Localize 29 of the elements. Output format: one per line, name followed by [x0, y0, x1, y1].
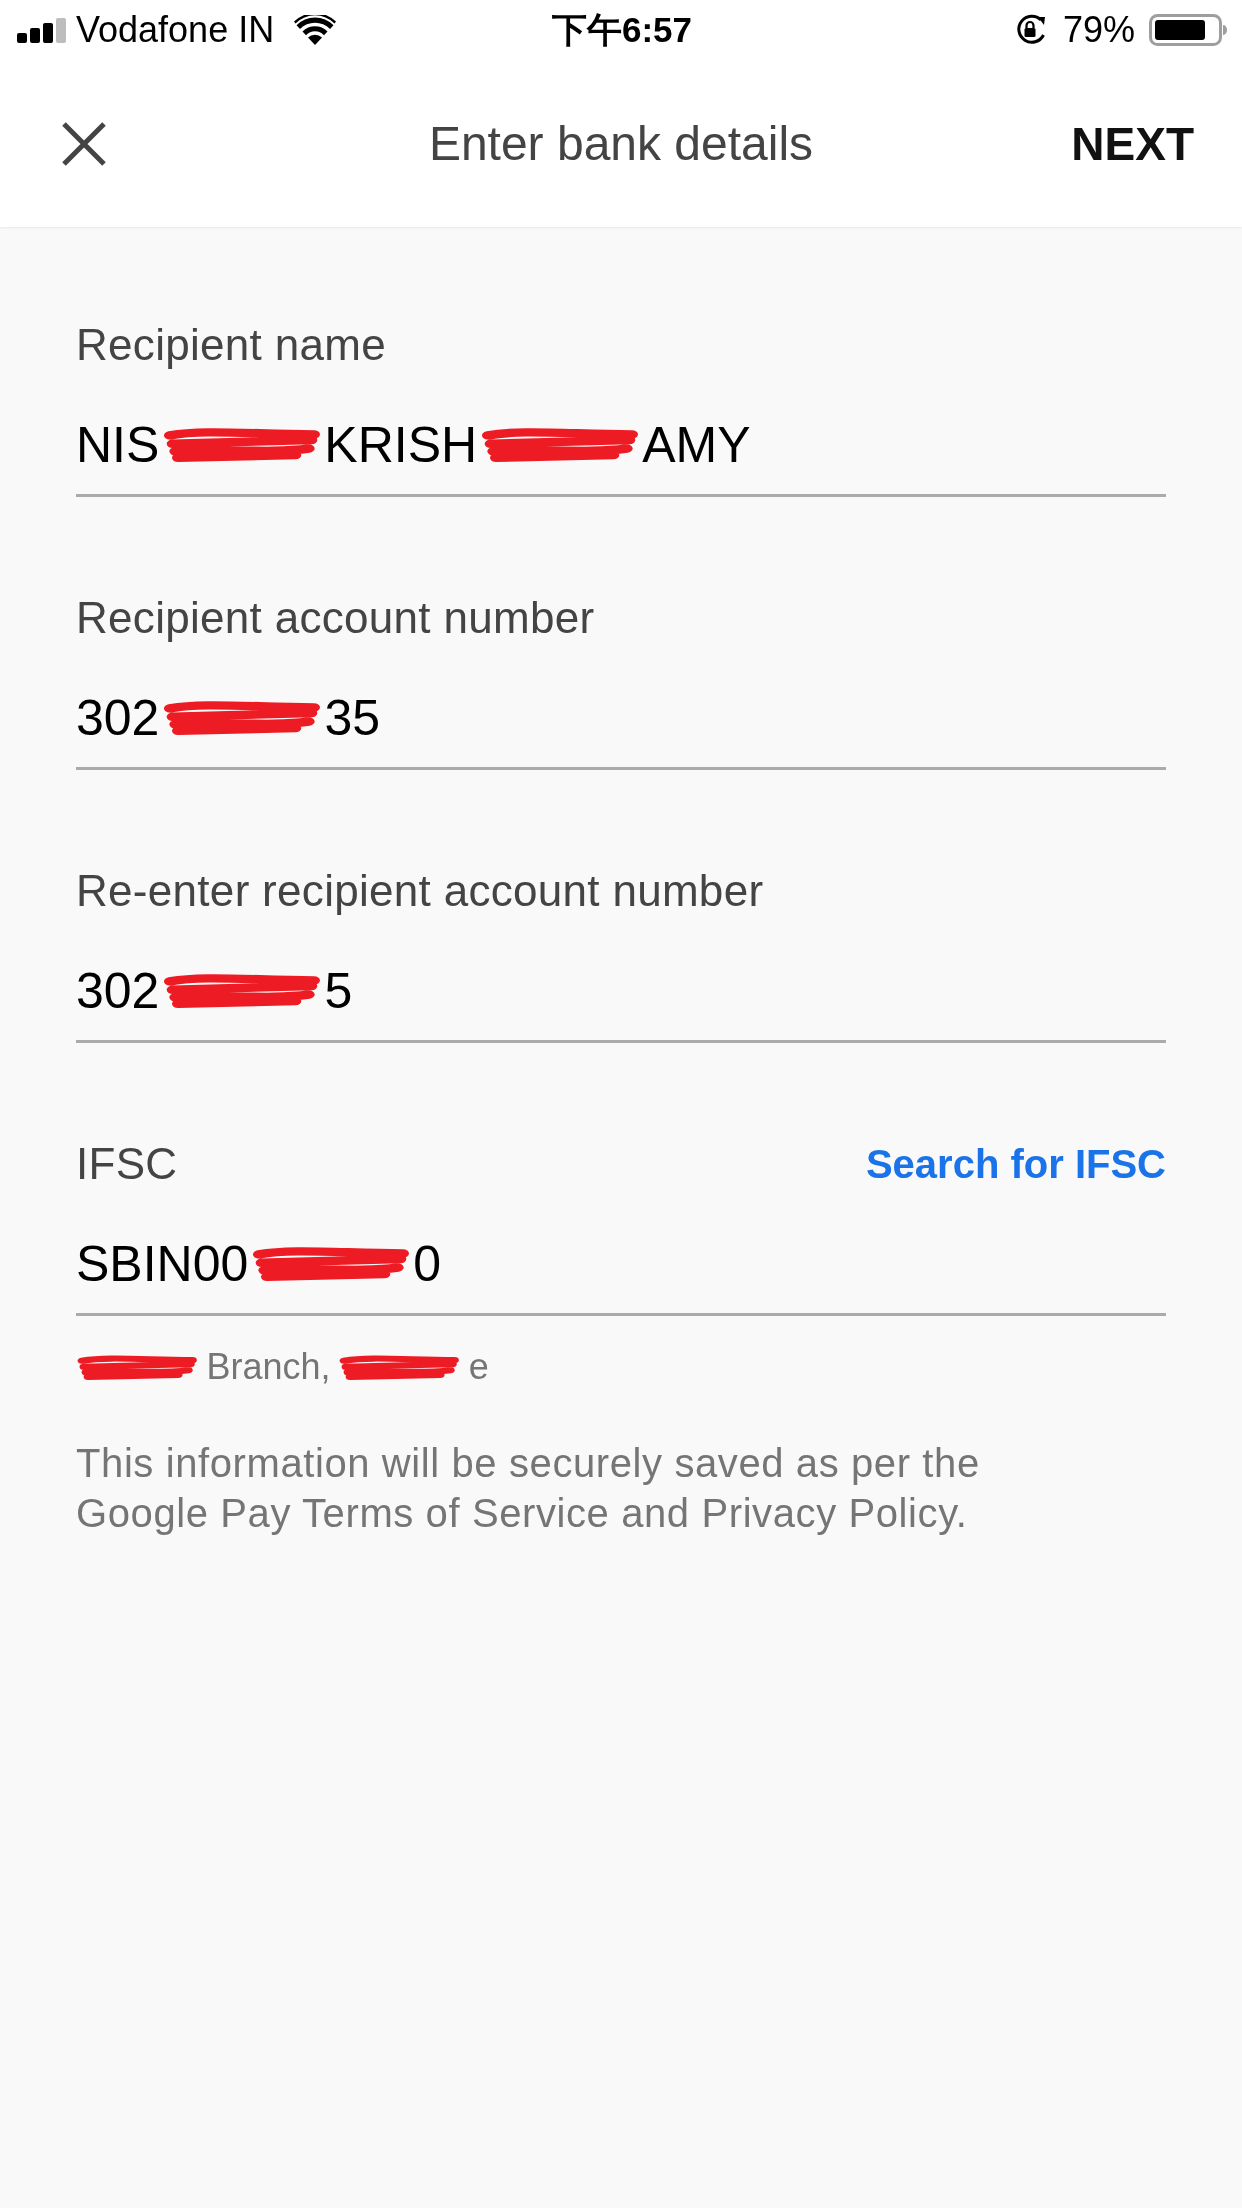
branch-text: Branch,	[206, 1346, 331, 1388]
text-field[interactable]: 302 35	[76, 689, 1166, 770]
text-field[interactable]: NIS KRISH AMY	[76, 416, 1166, 497]
redaction-scribble-icon	[338, 1353, 461, 1381]
ifsc-search-link[interactable]: Search for IFSC	[865, 1138, 1166, 1190]
redaction-scribble-icon	[250, 1245, 411, 1283]
wifi-icon	[294, 15, 337, 45]
signal-icon	[17, 17, 66, 43]
page-title: Enter bank details	[428, 116, 814, 171]
battery-percentage: 79%	[1062, 9, 1135, 51]
branch-text: e	[468, 1346, 489, 1388]
clock-time: 下午6:57	[551, 9, 693, 51]
field-label: Recipient account number	[76, 592, 595, 644]
field-label: Recipient name	[76, 319, 386, 371]
next-button[interactable]: NEXT	[1071, 116, 1194, 171]
redaction-scribble-icon	[76, 1353, 199, 1381]
field-label: Re-enter recipient account number	[76, 865, 764, 917]
text-field[interactable]: 302 5	[76, 962, 1166, 1043]
carrier-name: Vodafone IN	[76, 9, 275, 51]
battery-icon	[1149, 14, 1227, 46]
close-icon	[62, 121, 106, 166]
redaction-scribble-icon	[161, 972, 322, 1010]
redaction-scribble-icon	[161, 699, 322, 737]
field-label: IFSC	[76, 1138, 178, 1190]
redaction-scribble-icon	[479, 426, 640, 464]
close-button[interactable]	[62, 121, 106, 166]
redaction-scribble-icon	[161, 426, 322, 464]
privacy-notice: This information will be securely saved as per the Google Pay Terms of Service and Privacy Policy.	[76, 1440, 981, 1537]
text-field[interactable]: SBIN00 0	[76, 1235, 1166, 1316]
